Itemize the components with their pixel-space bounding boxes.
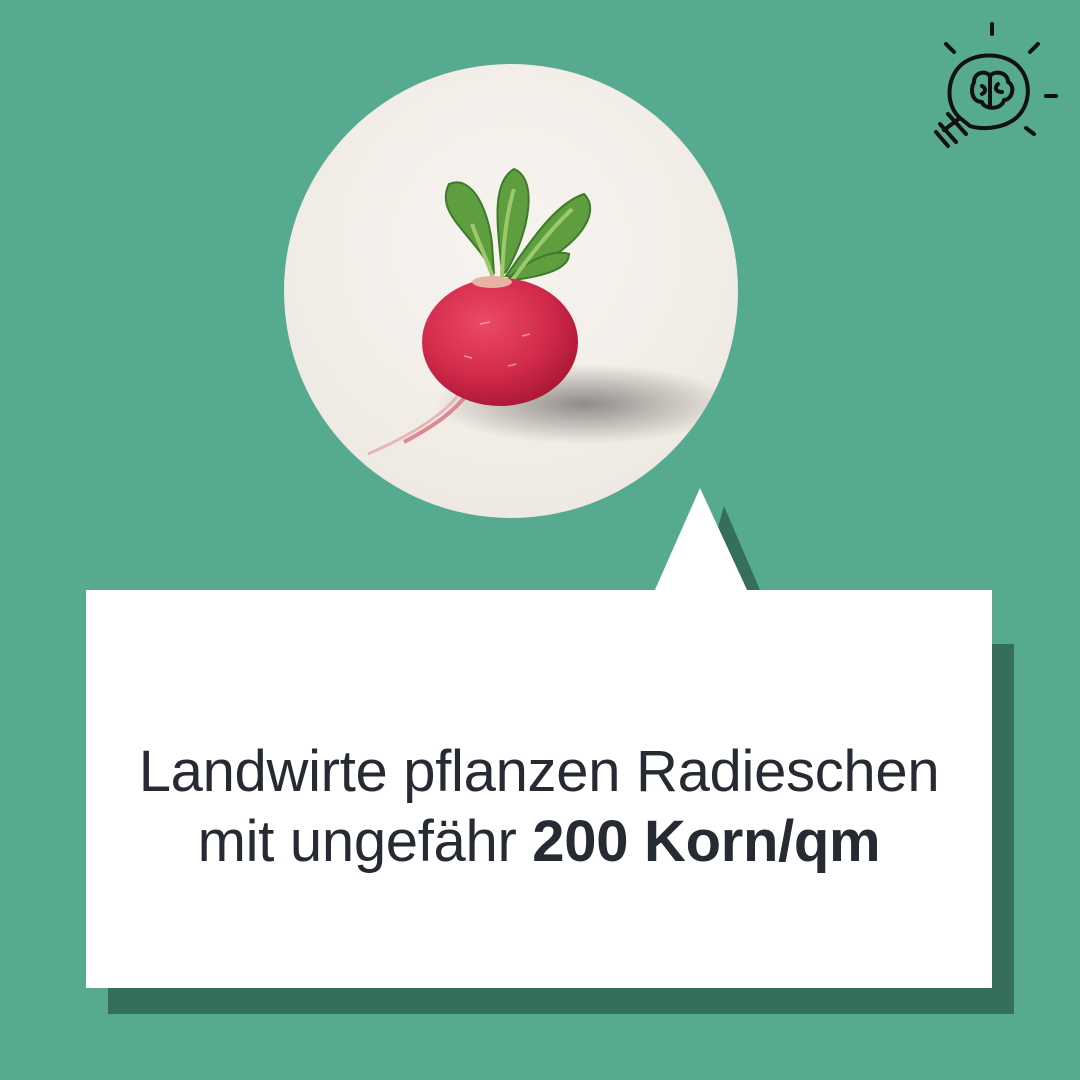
fact-line-2-prefix: mit ungefähr <box>197 809 533 874</box>
fact-text: Landwirte pflanzen Radieschen mit ungefä… <box>139 701 940 876</box>
lightbulb-brain-icon <box>934 22 1058 148</box>
radish-photo <box>284 64 738 518</box>
bubble-tail <box>654 488 748 592</box>
speech-bubble: Landwirte pflanzen Radieschen mit ungefä… <box>86 590 992 988</box>
fact-line-1: Landwirte pflanzen Radieschen <box>138 739 940 805</box>
radish-image <box>367 167 734 456</box>
fact-emphasis: 200 Korn/qm <box>532 809 881 874</box>
fact-line-2: mit ungefähr 200 Korn/qm <box>139 807 940 877</box>
